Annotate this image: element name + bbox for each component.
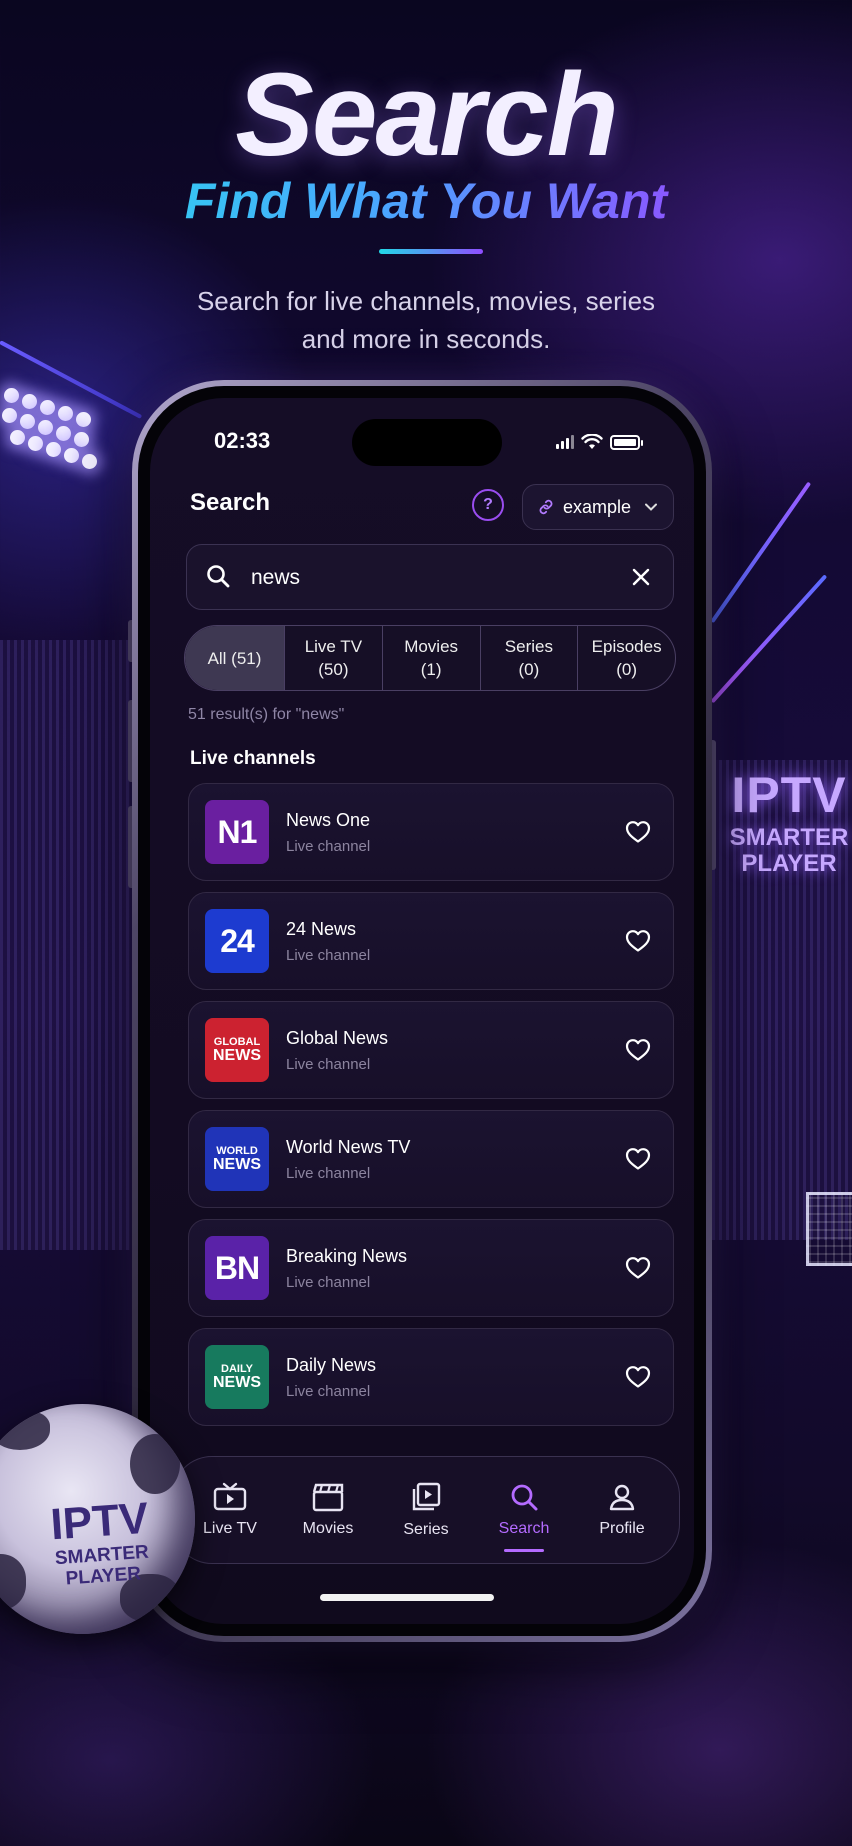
channel-logo-text: NEWS (213, 1155, 261, 1173)
status-icons (556, 434, 643, 450)
favorite-heart-icon[interactable] (625, 929, 651, 953)
channel-row[interactable]: DAILY NEWS Daily News Live channel (188, 1328, 674, 1426)
nav-label: Search (498, 1520, 550, 1537)
hero-description: Search for live channels, movies, series… (196, 286, 656, 354)
search-box (186, 544, 674, 610)
filter-tabs: All (51) Live TV (50) Movies (1) Series (0)… (184, 625, 676, 691)
brand-line-3: PLAYER (741, 850, 837, 877)
hero-subtitle: Find What You Want (0, 176, 852, 226)
channel-type: Live channel (286, 1165, 371, 1182)
signal-icon (556, 435, 574, 449)
channel-logo-text: BN (214, 1250, 260, 1286)
dynamic-island (352, 419, 502, 466)
brand-line-1: IPTV (731, 767, 847, 823)
stadium-lights (0, 380, 110, 500)
channel-type: Live channel (286, 947, 371, 964)
phone-frame: 02:33 Search ? example All (51)Live TV (… (132, 380, 712, 1642)
channel-type: Live channel (286, 1274, 371, 1291)
channel-logo: GLOBAL NEWS (205, 1018, 269, 1082)
tv-icon (213, 1482, 247, 1511)
channel-row[interactable]: 24 24 News Live channel (188, 892, 674, 990)
channel-row[interactable]: WORLD NEWS World News TV Live channel (188, 1110, 674, 1208)
playlist-label: example (563, 496, 632, 517)
channel-name: Global News (286, 1028, 389, 1048)
channel-logo: DAILY NEWS (205, 1345, 269, 1409)
home-indicator[interactable] (320, 1594, 494, 1601)
channel-logo-text: DAILY (221, 1362, 253, 1375)
search-icon (207, 565, 230, 588)
series-icon (412, 1482, 441, 1511)
channel-name: World News TV (286, 1137, 411, 1157)
playlist-selector[interactable]: example (522, 484, 674, 530)
crowd-left (0, 640, 130, 1250)
channel-name: Daily News (286, 1355, 377, 1375)
channel-type: Live channel (286, 1056, 371, 1073)
channel-row[interactable]: BN Breaking News Live channel (188, 1219, 674, 1317)
favorite-heart-icon[interactable] (625, 820, 651, 844)
favorite-heart-icon[interactable] (625, 1256, 651, 1280)
channel-type: Live channel (286, 1383, 371, 1400)
channel-logo-text: NEWS (213, 1046, 261, 1064)
clear-search-icon[interactable] (631, 567, 651, 587)
filter-tab[interactable]: Episodes (0) (578, 626, 675, 690)
channel-type: Live channel (286, 838, 371, 855)
favorite-heart-icon[interactable] (625, 1365, 651, 1389)
nav-label: Live TV (203, 1520, 257, 1537)
link-icon (539, 499, 553, 515)
channel-logo: WORLD NEWS (205, 1127, 269, 1191)
wifi-icon (581, 434, 603, 449)
phone-screen: 02:33 Search ? example All (51)Live TV (… (150, 398, 694, 1624)
channel-logo-text: GLOBAL (213, 1035, 261, 1048)
nav-search[interactable]: Search (480, 1482, 568, 1552)
channel-logo-text: N1 (217, 814, 258, 850)
results-count: 51 result(s) for "news" (188, 706, 345, 723)
channel-logo-text: NEWS (213, 1373, 261, 1391)
nav-label: Profile (599, 1520, 645, 1537)
channel-list: N1 News One Live channel 24 24 News Live chan… (188, 783, 674, 1437)
nav-series[interactable]: Series (382, 1481, 470, 1539)
light-beam (710, 481, 812, 624)
nav-label: Series (403, 1521, 449, 1538)
section-label-live-channels: Live channels (190, 748, 316, 769)
channel-name: 24 News (286, 919, 357, 939)
ball-brand-logo: IPTV SMARTER PLAYER (33, 1493, 169, 1591)
nav-movies[interactable]: Movies (284, 1482, 372, 1538)
status-time: 02:33 (214, 428, 271, 453)
phone-bezel: 02:33 Search ? example All (51)Live TV (… (138, 386, 706, 1636)
channel-row[interactable]: GLOBAL NEWS Global News Live channel (188, 1001, 674, 1099)
battery-icon (610, 434, 643, 450)
favorite-heart-icon[interactable] (625, 1038, 651, 1062)
favorite-heart-icon[interactable] (625, 1147, 651, 1171)
channel-name: Breaking News (286, 1246, 408, 1266)
brand-logo-sign: IPTV SMARTER PLAYER (724, 770, 852, 876)
channel-logo-text: WORLD (216, 1144, 258, 1157)
brand-line-2: SMARTER (729, 824, 849, 851)
filter-tab[interactable]: All (51) (185, 626, 285, 690)
nav-label: Movies (302, 1520, 354, 1537)
channel-logo: 24 (205, 909, 269, 973)
hero-underline (379, 249, 483, 254)
channel-logo: N1 (205, 800, 269, 864)
profile-icon (609, 1484, 635, 1511)
hero-title: Search (235, 49, 619, 181)
channel-logo-text: 24 (220, 923, 255, 959)
channel-name: News One (286, 810, 371, 830)
goal-net (806, 1192, 852, 1266)
chevron-down-icon (645, 503, 657, 511)
channel-logo: BN (205, 1236, 269, 1300)
filter-tab[interactable]: Movies (1) (383, 626, 481, 690)
ball-brand-line-1: IPTV (49, 1493, 150, 1550)
clapperboard-icon (312, 1483, 344, 1512)
nav-live-tv[interactable]: Live TV (186, 1482, 274, 1538)
channel-row[interactable]: N1 News One Live channel (188, 783, 674, 881)
filter-tab[interactable]: Series (0) (481, 626, 579, 690)
search-icon (511, 1484, 538, 1511)
search-input[interactable] (251, 563, 611, 593)
nav-profile[interactable]: Profile (578, 1482, 666, 1538)
bottom-navigation: Live TV Movies Series Search Profile (172, 1456, 680, 1564)
filter-tab[interactable]: Live TV (50) (285, 626, 383, 690)
page-title: Search (190, 489, 271, 516)
help-button[interactable]: ? (472, 489, 504, 521)
